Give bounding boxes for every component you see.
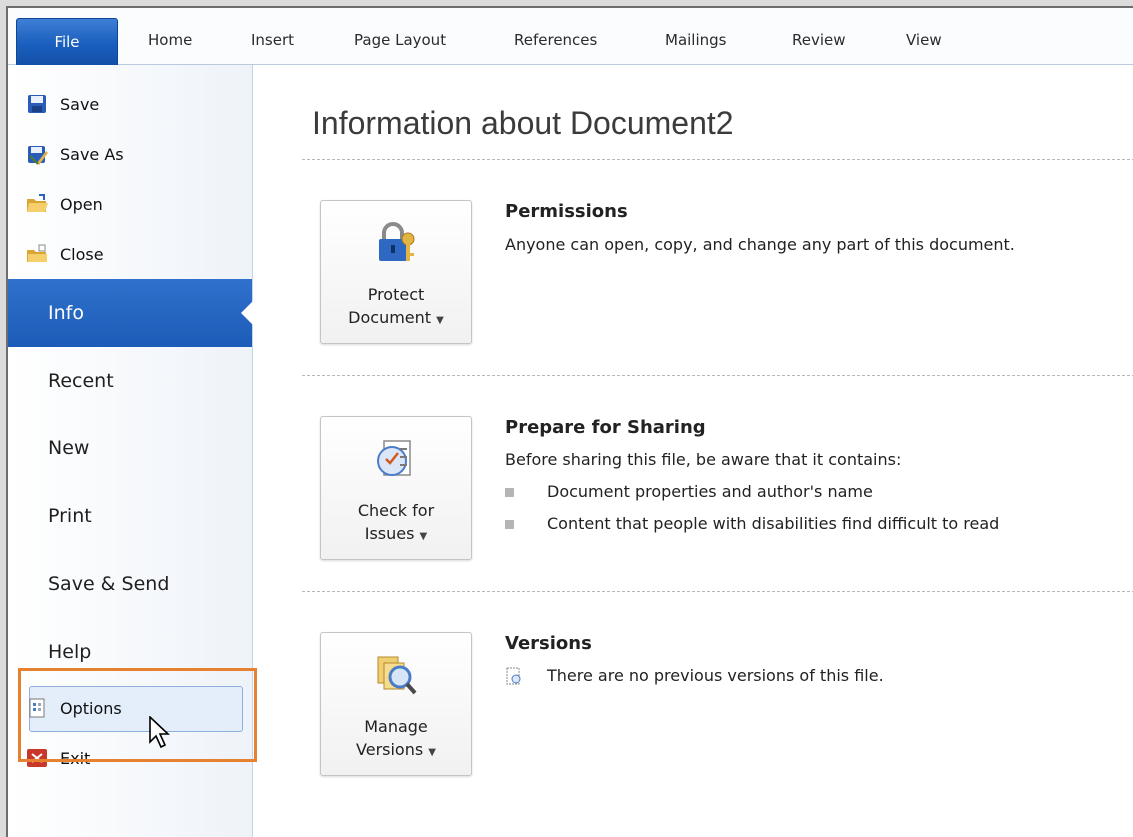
backstage-nav: Save Save As Open Close Info Recent New … [8, 65, 257, 837]
word-backstage-window: File Home Insert Page Layout References … [6, 6, 1133, 837]
lock-key-icon [374, 221, 418, 265]
open-folder-icon [26, 193, 48, 215]
save-as-command[interactable]: Save As [26, 140, 124, 168]
open-command[interactable]: Open [26, 190, 103, 218]
options-callout-box [18, 668, 257, 762]
mouse-cursor-icon [149, 716, 171, 749]
dropdown-arrow-icon: ▼ [436, 315, 444, 326]
permissions-heading: Permissions [505, 201, 628, 222]
nav-info[interactable]: Info [8, 279, 253, 347]
check-for-issues-label-line2: Issues [364, 524, 415, 543]
tab-home[interactable]: Home [148, 22, 192, 58]
versions-magnifier-icon [374, 653, 418, 697]
close-command[interactable]: Close [26, 240, 104, 268]
manage-versions-label-line2: Versions [356, 740, 424, 759]
prepare-for-sharing-text: Before sharing this file, be aware that … [505, 450, 902, 469]
check-for-issues-button[interactable]: Check for Issues ▼ [320, 416, 472, 560]
checklist-icon [374, 437, 418, 481]
check-for-issues-label-line1: Check for [357, 501, 435, 520]
protect-document-label-line2: Document [348, 308, 432, 327]
protect-document-button[interactable]: Protect Document ▼ [320, 200, 472, 344]
nav-print[interactable]: Print [8, 482, 252, 550]
close-folder-icon [26, 243, 48, 265]
tab-view[interactable]: View [906, 22, 942, 58]
sharing-bullet-item: Content that people with disabilities fi… [547, 514, 1000, 533]
nav-new[interactable]: New [8, 414, 252, 482]
versions-document-icon [505, 667, 523, 687]
tab-page-layout[interactable]: Page Layout [354, 22, 446, 58]
versions-text: There are no previous versions of this f… [547, 666, 884, 685]
nav-save-and-send[interactable]: Save & Send [8, 550, 252, 618]
bullet-icon [505, 520, 514, 529]
save-icon [26, 93, 48, 115]
prepare-for-sharing-heading: Prepare for Sharing [505, 417, 706, 438]
save-as-label: Save As [60, 144, 124, 164]
manage-versions-button[interactable]: Manage Versions ▼ [320, 632, 472, 776]
bullet-icon [505, 488, 514, 497]
open-label: Open [60, 194, 103, 214]
page-title: Information about Document2 [312, 105, 734, 141]
save-as-icon [26, 143, 48, 165]
tab-review[interactable]: Review [792, 22, 846, 58]
versions-heading: Versions [505, 633, 592, 654]
save-command[interactable]: Save [26, 90, 99, 118]
dropdown-arrow-icon: ▼ [428, 747, 436, 758]
dropdown-arrow-icon: ▼ [419, 531, 428, 542]
section-divider [302, 375, 1133, 376]
permissions-text: Anyone can open, copy, and change any pa… [505, 235, 1015, 254]
info-panel: Information about Document2 Protect Docu… [254, 65, 1133, 837]
sharing-bullet-item: Document properties and author's name [547, 482, 873, 501]
manage-versions-label-line1: Manage [364, 717, 428, 736]
nav-recent[interactable]: Recent [8, 347, 252, 415]
tab-insert[interactable]: Insert [251, 22, 294, 58]
save-label: Save [60, 94, 100, 114]
section-divider [302, 159, 1133, 160]
tab-mailings[interactable]: Mailings [665, 22, 726, 58]
close-label: Close [60, 244, 104, 264]
ribbon-tab-bar: File Home Insert Page Layout References … [8, 8, 1133, 66]
protect-document-label-line1: Protect [367, 285, 425, 304]
section-divider [302, 591, 1133, 592]
tab-references[interactable]: References [514, 22, 597, 58]
tab-file[interactable]: File [16, 18, 118, 66]
